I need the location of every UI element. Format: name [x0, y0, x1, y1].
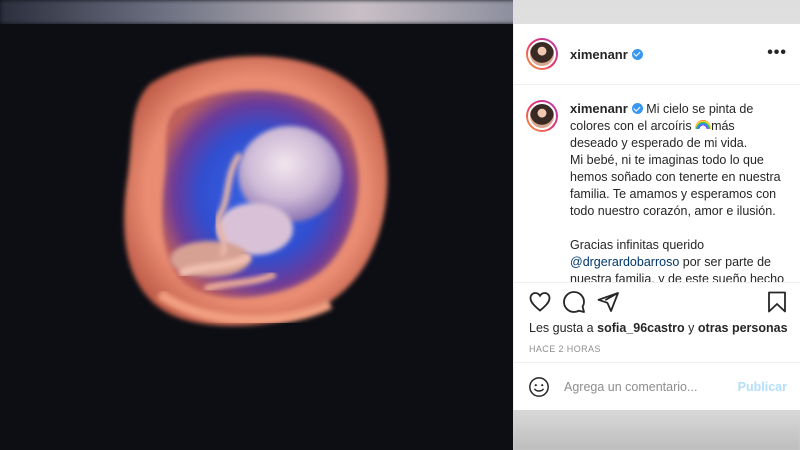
speech-bubble-icon[interactable] [562, 290, 586, 314]
avatar-photo [528, 40, 556, 68]
caption-thanks-cut: nuestra familia, y de este sueño hecho [570, 272, 785, 282]
comment-input[interactable] [564, 379, 734, 394]
likes-conjunction: y [688, 321, 695, 335]
caption-paragraph-2: Mi bebé, ni te imaginas todo lo que hemo… [570, 153, 781, 218]
caption-avatar[interactable] [526, 100, 558, 132]
author-avatar[interactable] [526, 38, 558, 70]
mention-link[interactable]: @drgerardobarroso [570, 255, 679, 269]
rainbow-emoji-icon [695, 120, 712, 129]
bookmark-icon[interactable] [765, 290, 789, 314]
likes-summary: Les gusta a sofia_96castro y otras perso… [529, 321, 788, 335]
caption-thanks: Gracias infinitas querido [570, 238, 705, 252]
divider [514, 282, 800, 283]
caption-area: ximenanr Mi cielo se pinta de colores co… [514, 86, 800, 282]
paper-plane-icon[interactable] [596, 290, 620, 314]
author-username[interactable]: ximenanr [570, 47, 628, 62]
action-bar [514, 290, 800, 316]
post-panel: ximenanr ••• ximenanr Mi cielo se pinta … [513, 24, 800, 410]
post-image [0, 24, 513, 450]
likes-others-link[interactable]: otras personas [698, 321, 788, 335]
verified-badge-icon [631, 48, 643, 60]
caption-username[interactable]: ximenanr [570, 101, 628, 116]
ultrasound-image [124, 56, 388, 326]
post-header: ximenanr ••• [514, 24, 800, 85]
likes-user-link[interactable]: sofia_96castro [597, 321, 685, 335]
more-options-icon[interactable]: ••• [767, 44, 787, 62]
likes-prefix: Les gusta a [529, 321, 594, 335]
caption-text: ximenanr Mi cielo se pinta de colores co… [570, 100, 786, 282]
avatar-photo [528, 102, 556, 130]
comment-bar: Publicar [514, 362, 800, 410]
caption-thanks-suffix: por ser parte de [682, 255, 772, 269]
heart-icon[interactable] [528, 290, 552, 314]
verified-badge-icon [631, 103, 643, 114]
blurred-background-bottom [513, 410, 800, 450]
post-timestamp[interactable]: HACE 2 HORAS [529, 344, 601, 354]
emoji-smiley-icon[interactable] [528, 376, 550, 398]
publish-button[interactable]: Publicar [738, 380, 787, 394]
